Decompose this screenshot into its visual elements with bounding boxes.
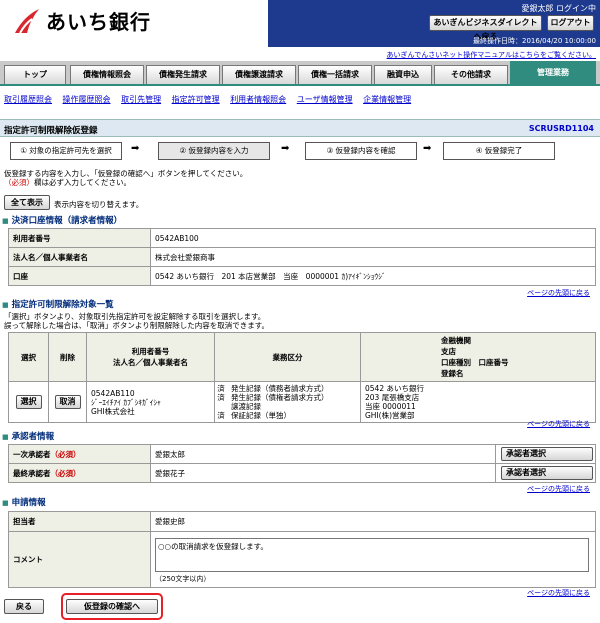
back-to-top-link[interactable]: ページの先頭に戻る xyxy=(527,588,590,598)
label-first-approver: 一次承認者（必須） xyxy=(8,444,151,464)
label-person-in-charge: 担当者 xyxy=(8,511,151,532)
label-company-name: 法人名／個人事業者名 xyxy=(8,247,151,267)
subnav-company-management[interactable]: 企業情報管理 xyxy=(363,95,411,104)
header-business: 業務区分 xyxy=(214,332,361,382)
approvers-table: 一次承認者（必須） 愛銀太郎 承認者選択 最終承認者（必須） 愛銀花子 承認者選… xyxy=(8,444,596,483)
step-confirm-content: ③ 仮登録内容を確認 xyxy=(305,142,417,160)
label-final-approver: 最終承認者（必須） xyxy=(8,463,151,483)
subnav-user-info[interactable]: 利用者情報照会 xyxy=(230,95,286,104)
value-person-in-charge: 愛銀史郎 xyxy=(150,511,596,532)
required-mark: （必須） xyxy=(50,468,81,478)
required-instruction-text: 欄は必ず入力してください。 xyxy=(34,178,132,187)
final-approver-select-button[interactable]: 承認者選択 xyxy=(501,466,593,480)
subnav-permission-management[interactable]: 指定許可管理 xyxy=(172,95,220,104)
value-company-name: 株式会社愛銀商事 xyxy=(150,247,596,267)
header-bank: 金融機関 支店 口座種別 口座番号 登録名 xyxy=(360,332,596,382)
select-row-button[interactable]: 選択 xyxy=(15,395,42,409)
application-table: 担当者 愛銀史郎 コメント ○○の取消請求を仮登録します。 （250文字以内） xyxy=(8,511,596,588)
arrow-right-icon: ➡ xyxy=(131,143,140,154)
value-final-approver: 愛銀花子 xyxy=(150,463,496,483)
required-instruction: （必須）欄は必ず入力してください。 xyxy=(4,177,131,188)
first-approver-label: 一次承認者 xyxy=(13,449,51,459)
step-input-content: ② 仮登録内容を入力 xyxy=(158,142,270,160)
bank-logo-icon xyxy=(15,9,39,34)
arrow-right-icon: ➡ xyxy=(423,143,432,154)
tab-claim-inquiry[interactable]: 債権情報照会 xyxy=(70,65,144,84)
row-business-status: 済 済 済 xyxy=(217,384,225,420)
arrow-right-icon: ➡ xyxy=(281,143,290,154)
row-business: 発生記録（債務者請求方式） 発生記録（債権者請求方式） 譲渡記録 保証記録（単独… xyxy=(231,384,329,420)
show-all-button[interactable]: 全て表示 xyxy=(4,195,50,210)
row-user: 0542AB110 ｼﾞｰｴｲﾁｱｲ ｶﾌﾞｼｷｶﾞｲｼｬ GHI株式会社 xyxy=(86,381,215,423)
title-bar: 指定許可制限解除仮登録 SCRUSRD1104 xyxy=(0,119,600,137)
required-mark: （必須） xyxy=(50,449,81,459)
section-heading-settlement: 決済口座情報（請求者情報） xyxy=(2,214,123,226)
targets-table: 選択 削除 利用者番号 法人名／個人事業者名 業務区分 金融機関 支店 口座種別… xyxy=(8,332,596,423)
last-operation-time: 最終操作日時：2016/04/20 10:00:00 xyxy=(472,37,596,45)
back-to-top-link[interactable]: ページの先頭に戻る xyxy=(527,484,590,494)
first-approver-select-button[interactable]: 承認者選択 xyxy=(501,447,593,461)
settlement-table: 利用者番号 0542AB100 法人名／個人事業者名 株式会社愛銀商事 口座 0542… xyxy=(8,228,596,286)
tab-bulk-request[interactable]: 債権一括請求 xyxy=(298,65,372,84)
cancel-row-button[interactable]: 取消 xyxy=(54,395,81,409)
header-user: 利用者番号 法人名／個人事業者名 xyxy=(86,332,215,382)
subnav-operation-history[interactable]: 操作履歴照会 xyxy=(63,95,111,104)
comment-limit-note: （250文字以内） xyxy=(155,574,211,583)
confirm-registration-button[interactable]: 仮登録の確認へ xyxy=(66,599,158,614)
table-row: 選択 取消 0542AB110 ｼﾞｰｴｲﾁｱｲ ｶﾌﾞｼｷｶﾞｲｼｬ GHI株… xyxy=(8,381,596,423)
section-heading-application: 申請情報 xyxy=(2,496,46,508)
step-select-target: ① 対象の指定許可先を選択 xyxy=(10,142,122,160)
label-user-number: 利用者番号 xyxy=(8,228,151,248)
final-approver-label: 最終承認者 xyxy=(13,468,51,478)
back-to-top-link[interactable]: ページの先頭に戻る xyxy=(527,288,590,298)
step-complete: ④ 仮登録完了 xyxy=(443,142,555,160)
tab-claim-issue[interactable]: 債権発生請求 xyxy=(146,65,220,84)
back-button[interactable]: 戻る xyxy=(4,599,44,614)
comment-textarea[interactable]: ○○の取消請求を仮登録します。 xyxy=(155,537,589,572)
show-all-note: 表示内容を切り替えます。 xyxy=(54,200,144,209)
tab-claim-transfer[interactable]: 債権譲渡請求 xyxy=(222,65,296,84)
tab-top[interactable]: トップ xyxy=(4,65,66,84)
label-comment: コメント xyxy=(8,531,151,588)
subnav-transaction-history[interactable]: 取引履歴照会 xyxy=(4,95,52,104)
main-tab-bar: トップ 債権情報照会 債権発生請求 債権譲渡請求 債権一括請求 融資申込 その他… xyxy=(0,61,600,86)
tab-loan-application[interactable]: 融資申込 xyxy=(374,65,432,84)
header-select: 選択 xyxy=(8,332,49,382)
screen-id: SCRUSRD1104 xyxy=(528,124,594,133)
page-title: 指定許可制限解除仮登録 xyxy=(4,126,98,136)
value-first-approver: 愛銀太郎 xyxy=(150,444,496,464)
value-user-number: 0542AB100 xyxy=(150,228,596,248)
label-account: 口座 xyxy=(8,266,151,286)
tab-other-requests[interactable]: その他請求 xyxy=(434,65,508,84)
targets-note-2: 誤って解除した場合は、「取消」ボタンより制限解除した内容を取消できます。 xyxy=(4,321,269,330)
bank-name: あいち銀行 xyxy=(46,10,151,34)
manual-link[interactable]: あいぎんでんさいネット操作マニュアルはこちらをご覧ください。 xyxy=(387,50,596,60)
header-delete: 削除 xyxy=(48,332,87,382)
subnav-user-management[interactable]: ユーザ情報管理 xyxy=(297,95,353,104)
logout-button[interactable]: ログアウト xyxy=(547,15,594,31)
value-account: 0542 あいち銀行 201 本店営業部 当座 0000001 ｶ)ｱｲｷﾞﾝｼ… xyxy=(150,266,596,286)
back-to-top-link[interactable]: ページの先頭に戻る xyxy=(527,419,590,429)
required-mark: （必須） xyxy=(4,178,34,187)
user-name: 愛銀太郎 ログイン中 xyxy=(521,4,596,13)
section-heading-approvers: 承認者情報 xyxy=(2,430,55,442)
subnav-partner-management[interactable]: 取引先管理 xyxy=(121,95,161,104)
return-direct-button[interactable]: あいぎんビジネスダイレクトへ戻る xyxy=(429,15,542,41)
section-heading-targets: 指定許可制限解除対象一覧 xyxy=(2,298,114,310)
sub-navigation: 取引履歴照会 操作履歴照会 取引先管理 指定許可管理 利用者情報照会 ユーザ情報… xyxy=(4,94,419,105)
tab-admin[interactable]: 管理業務 xyxy=(510,61,596,84)
row-bank: 0542 あいち銀行 203 尾張橋支店 当座 0000011 GHI(株)営業… xyxy=(360,381,596,423)
